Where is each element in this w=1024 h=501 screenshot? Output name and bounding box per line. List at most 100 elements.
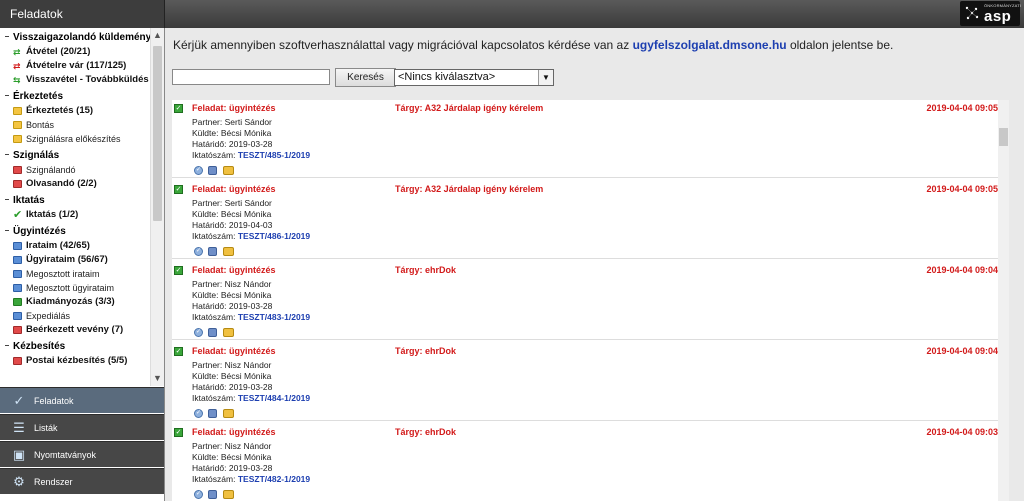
task-list-scroll-thumb[interactable] bbox=[999, 128, 1008, 146]
blue-doc-icon bbox=[13, 270, 22, 278]
registry-number-link[interactable]: TESZT/486-1/2019 bbox=[238, 231, 310, 241]
task-date: 2019-04-04 09:05 bbox=[926, 103, 998, 113]
task-card[interactable]: ✓ Feladat: ügyintézés Tárgy: ehrDok 2019… bbox=[172, 262, 998, 340]
tree-section-visszaigazolando[interactable]: Visszaigazolandó küldemények bbox=[0, 31, 150, 45]
task-deadline: Határidő: 2019-03-28 bbox=[192, 139, 273, 149]
green-check-icon: ✔ bbox=[13, 209, 23, 221]
task-sender: Küldte: Bécsi Mónika bbox=[192, 452, 272, 462]
task-checkbox[interactable]: ✓ bbox=[174, 104, 183, 113]
task-type[interactable]: Feladat: ügyintézés bbox=[192, 265, 276, 275]
search-input[interactable] bbox=[172, 69, 330, 85]
tree-item-ugyirataim[interactable]: Ügyirataim (56/67) bbox=[0, 253, 150, 267]
approve-icon[interactable]: ✓ bbox=[194, 166, 203, 175]
tree-item-kiadmanyozas[interactable]: Kiadmányozás (3/3) bbox=[0, 295, 150, 309]
tree-section-erkeztetes[interactable]: Érkeztetés bbox=[0, 90, 150, 104]
task-registry: Iktatószám: TESZT/486-1/2019 bbox=[192, 231, 311, 241]
tree-section-szignalas[interactable]: Szignálás bbox=[0, 149, 150, 163]
document-icon[interactable] bbox=[208, 409, 217, 418]
tree-item-iktatas[interactable]: ✔ Iktatás (1/2) bbox=[0, 208, 150, 222]
tree-item-megosztott-irataim[interactable]: Megosztott irataim bbox=[0, 267, 150, 281]
tree-item-szignalando[interactable]: Szignálandó bbox=[0, 163, 150, 177]
tree-item-erkeztetes[interactable]: Érkeztetés (15) bbox=[0, 104, 150, 118]
task-card[interactable]: ✓ Feladat: ügyintézés Tárgy: A32 Járdala… bbox=[172, 181, 998, 259]
task-subject[interactable]: Tárgy: A32 Járdalap igény kérelem bbox=[395, 184, 543, 194]
document-icon[interactable] bbox=[208, 247, 217, 256]
task-subject[interactable]: Tárgy: ehrDok bbox=[395, 265, 456, 275]
tree-item-visszavetel[interactable]: ⇆ Visszavétel - Továbbküldés bbox=[0, 73, 150, 87]
tree-section-iktatas[interactable]: Iktatás bbox=[0, 194, 150, 208]
task-checkbox[interactable]: ✓ bbox=[174, 428, 183, 437]
task-deadline: Határidő: 2019-04-03 bbox=[192, 220, 273, 230]
support-link[interactable]: ugyfelszolgalat.dmsone.hu bbox=[633, 38, 787, 52]
tree-item-postai-kezbesites[interactable]: Postai kézbesítés (5/5) bbox=[0, 354, 150, 368]
registry-number-link[interactable]: TESZT/483-1/2019 bbox=[238, 312, 310, 322]
app-title: Feladatok bbox=[10, 7, 63, 21]
task-subject[interactable]: Tárgy: ehrDok bbox=[395, 346, 456, 356]
tree-item-szignalasra-elokeszites[interactable]: Szignálásra előkészítés bbox=[0, 132, 150, 146]
task-checkbox[interactable]: ✓ bbox=[174, 266, 183, 275]
registry-number-link[interactable]: TESZT/484-1/2019 bbox=[238, 393, 310, 403]
chevron-down-icon: ▼ bbox=[538, 70, 553, 85]
nav-nyomtatvanyok[interactable]: ▣ Nyomtatványok bbox=[0, 441, 164, 467]
tree-item-beerkezett-veveny[interactable]: Beérkezett vevény (7) bbox=[0, 323, 150, 337]
nav-listak[interactable]: ☰ Listák bbox=[0, 414, 164, 440]
task-deadline: Határidő: 2019-03-28 bbox=[192, 301, 273, 311]
task-type[interactable]: Feladat: ügyintézés bbox=[192, 346, 276, 356]
task-deadline: Határidő: 2019-03-28 bbox=[192, 382, 273, 392]
support-notice: Kérjük amennyiben szoftverhasználattal v… bbox=[173, 38, 894, 52]
tree-item-olvasando[interactable]: Olvasandó (2/2) bbox=[0, 177, 150, 191]
document-icon[interactable] bbox=[208, 166, 217, 175]
registry-number-link[interactable]: TESZT/482-1/2019 bbox=[238, 474, 310, 484]
task-partner: Partner: Nisz Nándor bbox=[192, 441, 272, 451]
tree-item-irataim[interactable]: Irataim (42/65) bbox=[0, 239, 150, 253]
folder-icon[interactable] bbox=[223, 247, 234, 256]
tree-item-bontas[interactable]: Bontás bbox=[0, 118, 150, 132]
green-arrow-icon: ⇆ bbox=[13, 75, 21, 85]
task-type[interactable]: Feladat: ügyintézés bbox=[192, 103, 276, 113]
approve-icon[interactable]: ✓ bbox=[194, 328, 203, 337]
task-card[interactable]: ✓ Feladat: ügyintézés Tárgy: ehrDok 2019… bbox=[172, 424, 998, 501]
task-checkbox[interactable]: ✓ bbox=[174, 185, 183, 194]
main-content: Kérjük amennyiben szoftverhasználattal v… bbox=[165, 28, 1024, 501]
task-sender: Küldte: Bécsi Mónika bbox=[192, 128, 272, 138]
tree-section-ugyintezes[interactable]: Ügyintézés bbox=[0, 225, 150, 239]
task-type[interactable]: Feladat: ügyintézés bbox=[192, 427, 276, 437]
approve-icon[interactable]: ✓ bbox=[194, 409, 203, 418]
search-button[interactable]: Keresés bbox=[335, 68, 396, 87]
folder-icon[interactable] bbox=[223, 166, 234, 175]
approve-icon[interactable]: ✓ bbox=[194, 247, 203, 256]
task-sender: Küldte: Bécsi Mónika bbox=[192, 209, 272, 219]
task-checkbox[interactable]: ✓ bbox=[174, 347, 183, 356]
tree-item-atvetelre-var[interactable]: ⇄ Átvételre vár (117/125) bbox=[0, 59, 150, 73]
filter-select[interactable]: <Nincs kiválasztva> ▼ bbox=[394, 69, 554, 86]
task-type[interactable]: Feladat: ügyintézés bbox=[192, 184, 276, 194]
logo-constellation-icon bbox=[965, 6, 979, 20]
sidebar-scrollbar[interactable]: ▲ ▼ bbox=[150, 28, 164, 386]
form-icon: ▣ bbox=[12, 447, 26, 462]
tree-item-megosztott-ugyirataim[interactable]: Megosztott ügyirataim bbox=[0, 281, 150, 295]
task-card[interactable]: ✓ Feladat: ügyintézés Tárgy: A32 Járdala… bbox=[172, 100, 998, 178]
nav-rendszer[interactable]: ⚙ Rendszer bbox=[0, 468, 164, 494]
scroll-down-icon[interactable]: ▼ bbox=[151, 371, 164, 386]
document-icon[interactable] bbox=[208, 490, 217, 499]
sidebar-scroll-thumb[interactable] bbox=[153, 46, 162, 221]
task-date: 2019-04-04 09:04 bbox=[926, 346, 998, 356]
task-list-scrollbar[interactable] bbox=[998, 100, 1009, 501]
task-subject[interactable]: Tárgy: A32 Járdalap igény kérelem bbox=[395, 103, 543, 113]
tree-item-expedialas[interactable]: Expediálás bbox=[0, 309, 150, 323]
document-icon[interactable] bbox=[208, 328, 217, 337]
folder-icon[interactable] bbox=[223, 409, 234, 418]
task-subject[interactable]: Tárgy: ehrDok bbox=[395, 427, 456, 437]
checkmark-icon: ✓ bbox=[13, 393, 25, 408]
tree-item-atvetel[interactable]: ⇄ Átvétel (20/21) bbox=[0, 45, 150, 59]
tree-section-kezbesites[interactable]: Kézbesítés bbox=[0, 340, 150, 354]
folder-icon[interactable] bbox=[223, 490, 234, 499]
scroll-up-icon[interactable]: ▲ bbox=[151, 28, 164, 43]
registry-number-link[interactable]: TESZT/485-1/2019 bbox=[238, 150, 310, 160]
blue-doc-icon bbox=[13, 256, 22, 264]
folder-icon[interactable] bbox=[223, 328, 234, 337]
app-title-block: Feladatok bbox=[0, 0, 165, 28]
task-card[interactable]: ✓ Feladat: ügyintézés Tárgy: ehrDok 2019… bbox=[172, 343, 998, 421]
nav-feladatok[interactable]: ✓ Feladatok bbox=[0, 387, 164, 413]
approve-icon[interactable]: ✓ bbox=[194, 490, 203, 499]
